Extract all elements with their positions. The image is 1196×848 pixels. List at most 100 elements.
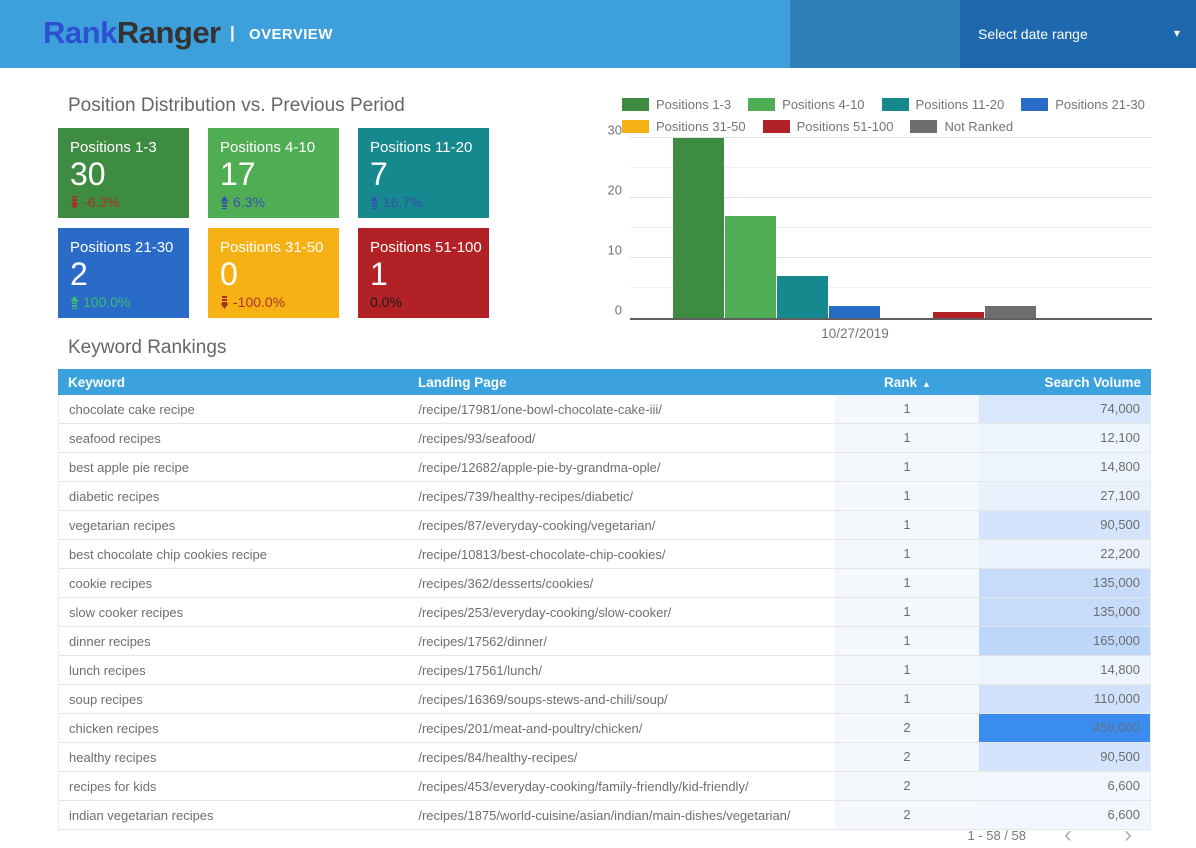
table-row[interactable]: chicken recipes/recipes/201/meat-and-pou… (58, 714, 1151, 743)
landing-page-cell[interactable]: /recipes/87/everyday-cooking/vegetarian/ (410, 518, 834, 533)
keyword-cell[interactable]: vegetarian recipes (59, 518, 410, 533)
keyword-cell[interactable]: lunch recipes (59, 663, 410, 678)
legend-item[interactable]: Positions 31-50 (622, 119, 746, 134)
card-change: 6.3% (220, 194, 265, 210)
keyword-cell[interactable]: best apple pie recipe (59, 460, 410, 475)
position-card[interactable]: Positions 11-207 16.7% (358, 128, 489, 218)
header-menu-block[interactable] (790, 0, 960, 68)
position-card[interactable]: Positions 21-302100.0% (58, 228, 189, 318)
keyword-cell[interactable]: seafood recipes (59, 431, 410, 446)
legend-item[interactable]: Positions 21-30 (1021, 97, 1145, 112)
rank-cell: 1 (835, 540, 980, 568)
legend-label: Positions 21-30 (1055, 97, 1145, 112)
landing-page-cell[interactable]: /recipes/93/seafood/ (410, 431, 834, 446)
table-row[interactable]: healthy recipes/recipes/84/healthy-recip… (58, 743, 1151, 772)
position-card[interactable]: Positions 31-500-100.0% (208, 228, 339, 318)
keyword-cell[interactable]: best chocolate chip cookies recipe (59, 547, 410, 562)
landing-page-cell[interactable]: /recipes/16369/soups-stews-and-chili/sou… (410, 692, 834, 707)
pagination-bar: 1 - 58 / 58 ‹ › (58, 826, 1158, 844)
card-change-value: 16.7% (383, 194, 423, 210)
keyword-cell[interactable]: soup recipes (59, 692, 410, 707)
table-row[interactable]: best apple pie recipe/recipe/12682/apple… (58, 453, 1151, 482)
card-label: Positions 21-30 (70, 239, 189, 256)
rank-cell: 1 (835, 453, 980, 481)
legend-swatch (763, 120, 790, 133)
trend-up-icon (370, 196, 379, 209)
card-change-value: 6.3% (233, 194, 265, 210)
legend-swatch (622, 120, 649, 133)
table-row[interactable]: diabetic recipes/recipes/739/healthy-rec… (58, 482, 1151, 511)
table-row[interactable]: best chocolate chip cookies recipe/recip… (58, 540, 1151, 569)
legend-label: Positions 51-100 (797, 119, 894, 134)
keyword-cell[interactable]: recipes for kids (59, 779, 410, 794)
column-header-search-volume[interactable]: Search Volume (980, 375, 1151, 390)
date-range-label: Select date range (978, 26, 1088, 42)
keyword-cell[interactable]: healthy recipes (59, 750, 410, 765)
column-header-keyword[interactable]: Keyword (58, 375, 410, 390)
rank-cell: 1 (835, 424, 980, 452)
rankranger-logo[interactable]: RankRanger (43, 15, 221, 51)
keyword-cell[interactable]: indian vegetarian recipes (59, 808, 410, 823)
logo-text-ranger: Ranger (117, 15, 221, 50)
card-value: 7 (370, 157, 489, 191)
legend-item[interactable]: Positions 1-3 (622, 97, 731, 112)
table-row[interactable]: lunch recipes/recipes/17561/lunch/114,80… (58, 656, 1151, 685)
keyword-cell[interactable]: diabetic recipes (59, 489, 410, 504)
landing-page-cell[interactable]: /recipes/253/everyday-cooking/slow-cooke… (410, 605, 834, 620)
y-axis-tick-label: 10 (608, 243, 622, 258)
previous-page-icon[interactable]: ‹ (1064, 826, 1072, 844)
landing-page-cell[interactable]: /recipes/201/meat-and-poultry/chicken/ (410, 721, 834, 736)
rank-cell: 1 (835, 627, 980, 655)
table-row[interactable]: recipes for kids/recipes/453/everyday-co… (58, 772, 1151, 801)
card-change: -100.0% (220, 294, 285, 310)
position-card[interactable]: Positions 1-330-6.3% (58, 128, 189, 218)
landing-page-cell[interactable]: /recipe/12682/apple-pie-by-grandma-ople/ (410, 460, 834, 475)
legend-item[interactable]: Positions 11-20 (882, 97, 1005, 112)
table-row[interactable]: slow cooker recipes/recipes/253/everyday… (58, 598, 1151, 627)
keyword-cell[interactable]: cookie recipes (59, 576, 410, 591)
date-range-selector[interactable]: Select date range ▾ (960, 0, 1196, 68)
landing-page-cell[interactable]: /recipes/453/everyday-cooking/family-fri… (410, 779, 834, 794)
landing-page-cell[interactable]: /recipes/362/desserts/cookies/ (410, 576, 834, 591)
legend-label: Positions 31-50 (656, 119, 746, 134)
landing-page-cell[interactable]: /recipes/84/healthy-recipes/ (410, 750, 834, 765)
rank-cell: 1 (835, 511, 980, 539)
column-header-landing-page[interactable]: Landing Page (410, 375, 835, 390)
search-volume-cell: 12,100 (979, 424, 1150, 452)
position-card[interactable]: Positions 4-10176.3% (208, 128, 339, 218)
landing-page-cell[interactable]: /recipe/17981/one-bowl-chocolate-cake-ii… (410, 402, 834, 417)
table-row[interactable]: seafood recipes/recipes/93/seafood/112,1… (58, 424, 1151, 453)
legend-item[interactable]: Positions 51-100 (763, 119, 894, 134)
table-row[interactable]: chocolate cake recipe/recipe/17981/one-b… (58, 395, 1151, 424)
table-row[interactable]: vegetarian recipes/recipes/87/everyday-c… (58, 511, 1151, 540)
keyword-cell[interactable]: slow cooker recipes (59, 605, 410, 620)
chart-bar (933, 312, 984, 318)
landing-page-cell[interactable]: /recipe/10813/best-chocolate-chip-cookie… (410, 547, 834, 562)
landing-page-cell[interactable]: /recipes/739/healthy-recipes/diabetic/ (410, 489, 834, 504)
chevron-down-icon: ▾ (1174, 26, 1180, 40)
landing-page-cell[interactable]: /recipes/1875/world-cuisine/asian/indian… (410, 808, 834, 823)
table-row[interactable]: soup recipes/recipes/16369/soups-stews-a… (58, 685, 1151, 714)
y-axis-tick-label: 30 (608, 123, 622, 138)
card-change-value: -100.0% (233, 294, 285, 310)
position-card[interactable]: Positions 51-10010.0% (358, 228, 489, 318)
column-header-rank[interactable]: Rank▲ (835, 375, 980, 390)
card-value: 2 (70, 257, 189, 291)
legend-swatch (622, 98, 649, 111)
table-row[interactable]: cookie recipes/recipes/362/desserts/cook… (58, 569, 1151, 598)
card-label: Positions 11-20 (370, 139, 489, 156)
legend-item[interactable]: Positions 4-10 (748, 97, 864, 112)
keyword-cell[interactable]: chicken recipes (59, 721, 410, 736)
card-label: Positions 51-100 (370, 239, 489, 256)
table-row[interactable]: dinner recipes/recipes/17562/dinner/1165… (58, 627, 1151, 656)
keyword-cell[interactable]: dinner recipes (59, 634, 410, 649)
landing-page-cell[interactable]: /recipes/17562/dinner/ (410, 634, 834, 649)
landing-page-cell[interactable]: /recipes/17561/lunch/ (410, 663, 834, 678)
keyword-rankings-table: Keyword Landing Page Rank▲ Search Volume… (58, 369, 1151, 830)
keyword-cell[interactable]: chocolate cake recipe (59, 402, 410, 417)
next-page-icon[interactable]: › (1124, 826, 1132, 844)
legend-item[interactable]: Not Ranked (910, 119, 1013, 134)
search-volume-cell: 90,500 (979, 511, 1150, 539)
legend-label: Positions 1-3 (656, 97, 731, 112)
search-volume-cell: 90,500 (979, 743, 1150, 771)
